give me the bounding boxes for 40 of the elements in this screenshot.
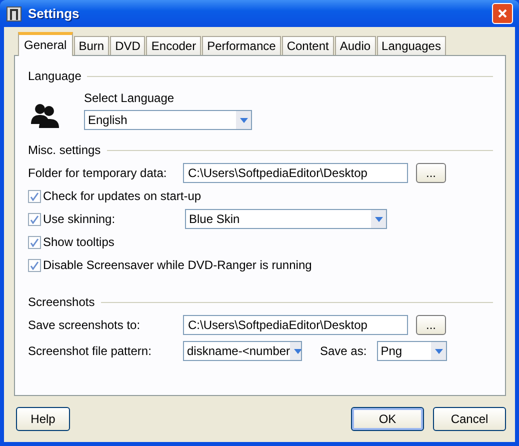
field-label: Folder for temporary data: <box>28 166 168 180</box>
screenshot-folder-field[interactable]: C:\Users\SoftpediaEditor\Desktop <box>183 315 408 335</box>
field-label: Screenshot file pattern: <box>28 344 152 358</box>
checkbox-label: Disable Screensaver while DVD-Ranger is running <box>43 258 312 272</box>
dialog-button[interactable]: Cancel <box>433 407 506 431</box>
tab[interactable]: DVD <box>110 36 146 55</box>
tab[interactable]: Content <box>282 36 334 55</box>
language-dropdown[interactable]: English <box>84 110 252 130</box>
tab[interactable]: Encoder <box>146 36 202 55</box>
checkbox[interactable] <box>28 212 41 226</box>
checkbox[interactable] <box>28 190 41 202</box>
field-label: Select Language <box>84 91 176 105</box>
section-title: Language <box>28 69 82 83</box>
field-label: Save screenshots to: <box>28 318 142 332</box>
checkbox[interactable] <box>28 258 41 272</box>
app-icon <box>6 6 22 22</box>
users-icon <box>30 102 60 128</box>
tab[interactable]: Performance <box>202 36 281 55</box>
checkbox[interactable] <box>28 236 41 248</box>
format-dropdown[interactable]: Png <box>376 341 447 361</box>
tab[interactable]: Languages <box>376 36 446 55</box>
dialog-button[interactable]: OK <box>351 407 424 431</box>
window-title: Settings <box>28 6 80 21</box>
folder-field[interactable]: C:\Users\SoftpediaEditor\Desktop <box>183 163 408 183</box>
checkbox-label: Show tooltips <box>43 235 114 249</box>
tab[interactable]: General <box>18 32 73 56</box>
close-button[interactable] <box>492 3 513 24</box>
field-label: Save as: <box>320 344 367 358</box>
file-pattern-dropdown[interactable]: diskname-<number <box>183 341 302 361</box>
checkbox-label: Use skinning: <box>43 212 116 226</box>
dialog-button[interactable]: Help <box>16 407 70 431</box>
close-icon <box>498 9 507 18</box>
section-title: Misc. settings <box>28 143 101 157</box>
browse-button[interactable]: ... <box>416 315 446 335</box>
section-title: Screenshots <box>28 295 95 309</box>
skin-dropdown[interactable]: Blue Skin <box>185 209 387 229</box>
tab[interactable]: Burn <box>74 36 110 55</box>
checkbox-label: Check for updates on start-up <box>43 189 202 203</box>
browse-button[interactable]: ... <box>416 163 446 183</box>
tab[interactable]: Audio <box>334 36 376 55</box>
